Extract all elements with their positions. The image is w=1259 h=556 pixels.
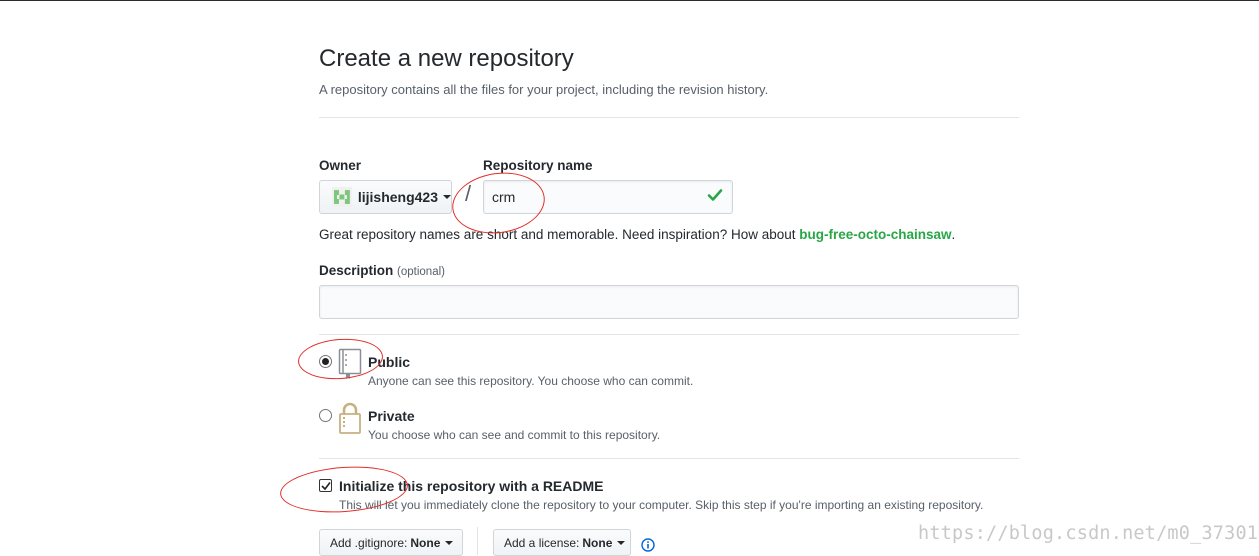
private-option-title: Private bbox=[368, 408, 415, 424]
page-subtitle: A repository contains all the files for … bbox=[319, 82, 769, 97]
divider bbox=[477, 527, 478, 555]
chevron-down-icon bbox=[443, 195, 451, 199]
divider bbox=[319, 117, 1019, 118]
repo-name-hint: Great repository names are short and mem… bbox=[319, 227, 956, 242]
description-input[interactable] bbox=[319, 285, 1019, 319]
page-title: Create a new repository bbox=[319, 45, 574, 72]
public-option-title: Public bbox=[368, 354, 411, 370]
divider bbox=[319, 334, 1019, 335]
readme-note: This will let you immediately clone the … bbox=[339, 498, 984, 512]
info-icon[interactable] bbox=[641, 538, 655, 552]
chevron-down-icon bbox=[445, 540, 454, 545]
valid-check-icon bbox=[707, 189, 723, 201]
readme-checkbox[interactable] bbox=[319, 479, 332, 492]
watermark: https://blog.csdn.net/m0_37301141 bbox=[918, 523, 1259, 544]
repo-name-label: Repository name bbox=[483, 158, 593, 173]
name-suggestion-link[interactable]: bug-free-octo-chainsaw bbox=[799, 227, 951, 242]
divider bbox=[319, 458, 1019, 459]
repo-name-input[interactable] bbox=[483, 180, 733, 214]
description-label: Description (optional) bbox=[319, 263, 445, 278]
gitignore-select[interactable]: Add .gitignore: None bbox=[319, 529, 463, 556]
lock-icon bbox=[339, 402, 361, 434]
identicon-avatar-icon bbox=[332, 187, 352, 207]
owner-repo-separator: / bbox=[465, 181, 472, 206]
license-select[interactable]: Add a license: None bbox=[493, 529, 631, 556]
chevron-down-icon bbox=[617, 540, 626, 545]
public-option-note: Anyone can see this repository. You choo… bbox=[368, 374, 694, 388]
private-option-note: You choose who can see and commit to thi… bbox=[368, 428, 661, 442]
owner-select[interactable]: lijisheng423 bbox=[319, 180, 452, 214]
owner-value: lijisheng423 bbox=[357, 189, 438, 205]
owner-label: Owner bbox=[319, 158, 362, 173]
public-radio[interactable] bbox=[319, 355, 332, 368]
private-radio[interactable] bbox=[319, 409, 332, 422]
checkmark-icon bbox=[321, 482, 331, 491]
optional-hint: (optional) bbox=[397, 266, 445, 278]
readme-title: Initialize this repository with a README bbox=[339, 478, 604, 494]
repo-book-icon bbox=[338, 348, 362, 379]
